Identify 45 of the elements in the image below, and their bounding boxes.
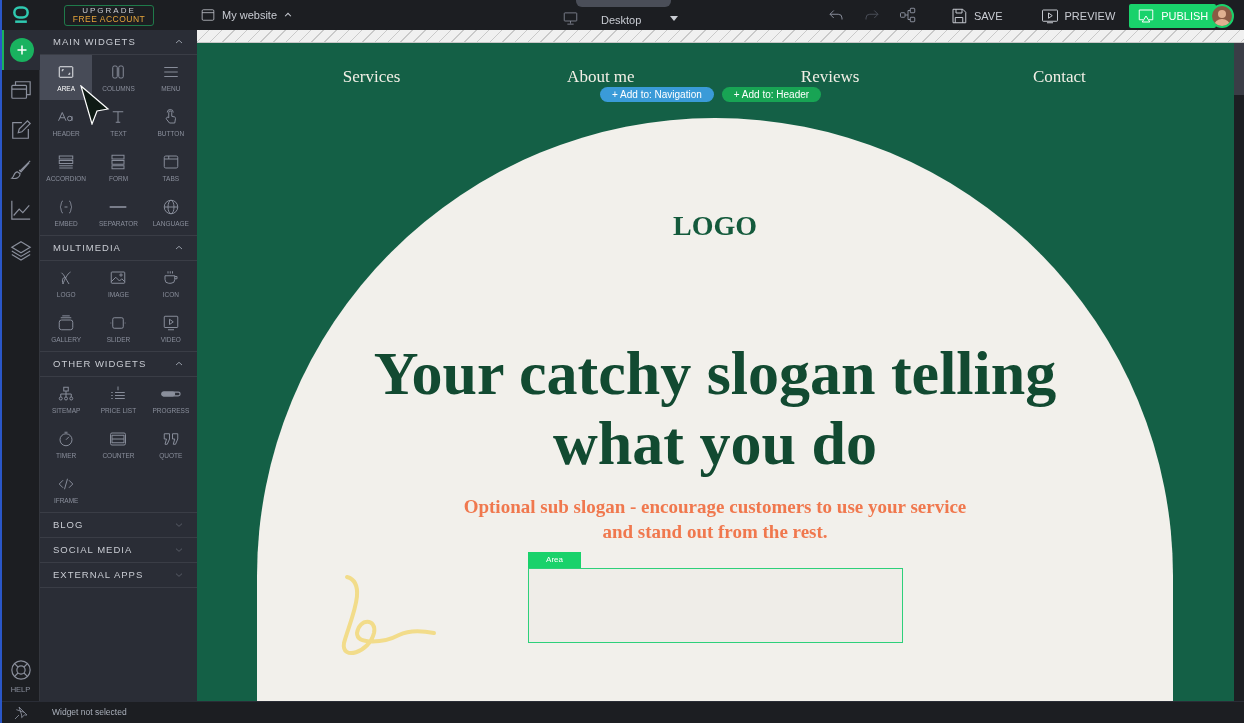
play-screen-icon bbox=[1040, 7, 1059, 25]
device-selector[interactable]: Desktop bbox=[562, 8, 679, 29]
device-tab-handle[interactable] bbox=[576, 0, 671, 7]
pin-icon bbox=[13, 704, 29, 721]
stats-tool[interactable] bbox=[9, 199, 32, 221]
browser-window-icon bbox=[200, 8, 216, 22]
add-button[interactable] bbox=[9, 38, 34, 62]
pages-tool[interactable] bbox=[9, 79, 32, 101]
sub-slogan: Optional sub slogan - encourage customers to use your service and stand out from the rest. bbox=[462, 495, 968, 544]
scrollbar[interactable] bbox=[1234, 43, 1244, 95]
layers-icon bbox=[9, 239, 32, 261]
design-tool[interactable] bbox=[9, 159, 32, 181]
chart-line-icon bbox=[9, 199, 32, 221]
area-label: Area bbox=[528, 552, 581, 568]
nav-link[interactable]: About me bbox=[567, 68, 635, 85]
upgrade-button[interactable]: UPGRADE FREE ACCOUNT bbox=[64, 4, 154, 26]
separator-icon bbox=[108, 204, 129, 209]
logo-text: LOGO bbox=[673, 212, 757, 240]
status-text: Widget not selected bbox=[52, 706, 127, 719]
sitemap-icon bbox=[898, 6, 918, 24]
progress-icon bbox=[160, 390, 181, 397]
nav-link[interactable]: Contact bbox=[1032, 68, 1086, 85]
pages-icon bbox=[9, 79, 32, 101]
monitor-icon bbox=[562, 10, 579, 26]
add-to-badge[interactable]: + Add to: Header bbox=[721, 87, 822, 102]
dropdown-caret-icon bbox=[670, 15, 679, 22]
add-to-badge[interactable]: + Add to: Navigation bbox=[600, 87, 714, 102]
logo-icon bbox=[11, 5, 31, 25]
layers-tool[interactable] bbox=[9, 239, 32, 261]
plus-icon bbox=[15, 44, 28, 56]
sitemap-button[interactable] bbox=[898, 6, 918, 24]
preview-button[interactable]: PREVIEW bbox=[1038, 4, 1118, 28]
counter-icon bbox=[108, 429, 129, 448]
user-avatar[interactable] bbox=[1210, 4, 1234, 28]
chevron-up-icon bbox=[283, 10, 294, 20]
nav-link[interactable]: Services bbox=[342, 68, 401, 85]
nav-link[interactable]: Reviews bbox=[800, 68, 860, 85]
edit-tool[interactable] bbox=[9, 119, 32, 141]
screen-upload-icon bbox=[1137, 7, 1156, 25]
save-button[interactable]: SAVE bbox=[948, 4, 1005, 28]
brush-icon bbox=[9, 159, 32, 181]
website-selector[interactable]: My website bbox=[200, 6, 294, 24]
slogan-heading: Your catchy slogan telling what you do bbox=[372, 338, 1058, 478]
edit-icon bbox=[9, 119, 32, 141]
lifebuoy-icon bbox=[9, 658, 32, 681]
